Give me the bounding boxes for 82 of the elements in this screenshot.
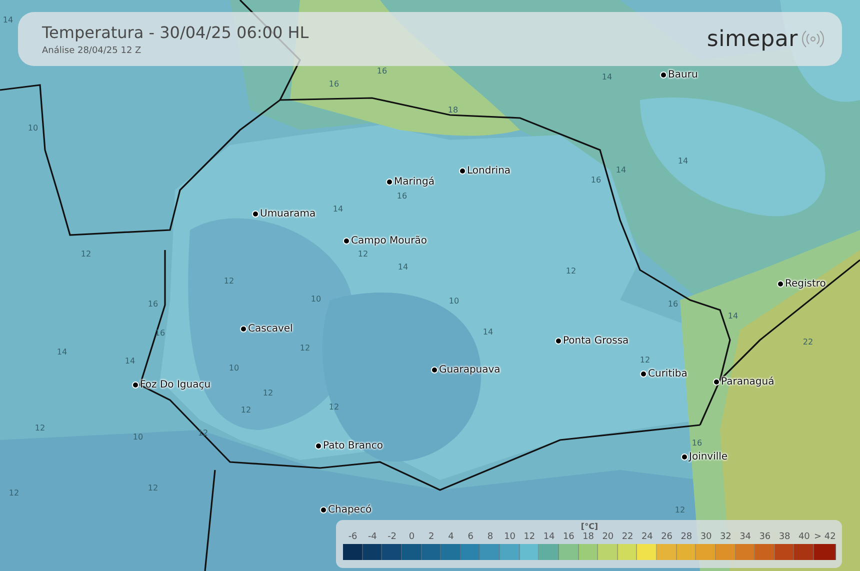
city-label: Curitiba <box>648 368 688 380</box>
legend-tick-label: 30 <box>700 531 712 544</box>
contour-label: 14 <box>616 166 626 174</box>
contour-label: 14 <box>602 72 612 82</box>
contour-label: 12 <box>34 424 46 432</box>
contour-label: 10 <box>310 294 322 304</box>
city-label: Ponta Grossa <box>563 336 629 346</box>
legend-tick-label: 2 <box>428 531 434 544</box>
contour-label: 12 <box>358 250 368 258</box>
contour-label: 10 <box>228 364 240 372</box>
contour-label: 10 <box>28 124 38 132</box>
legend-tick-label: 24 <box>641 531 653 544</box>
legend-tick-label: 10 <box>504 531 516 544</box>
legend-tick-label: > 42 <box>814 531 836 544</box>
contour-label: 14 <box>124 356 136 366</box>
contour-label: 16 <box>668 300 678 308</box>
legend-tick-label: 28 <box>680 531 692 544</box>
city-label: Paranaguá <box>721 376 774 388</box>
contour-label: 10 <box>448 296 460 306</box>
contour-label: 12 <box>328 402 340 412</box>
legend-tick-label: 36 <box>759 531 771 544</box>
legend-tick-label: -4 <box>368 531 377 544</box>
brand-logo-text: simepar <box>706 26 798 52</box>
contour-label: 14 <box>728 312 738 320</box>
legend-tick-label: 40 <box>798 531 810 544</box>
signal-waves-icon <box>802 29 824 49</box>
legend-tick-label: 32 <box>720 531 732 544</box>
contour-label: 22 <box>802 338 814 346</box>
contour-label: 12 <box>300 344 310 352</box>
contour-label: 10 <box>132 432 144 442</box>
legend-tick-label: 20 <box>602 531 614 544</box>
contour-label: 12 <box>262 388 274 398</box>
map-title: Temperatura - 30/04/25 06:00 HL <box>42 22 309 42</box>
legend-tick-label: 22 <box>622 531 634 544</box>
city-label: Guarapuava <box>439 364 500 376</box>
contour-label: 16 <box>328 80 340 88</box>
contour-label: 14 <box>332 204 344 214</box>
city-label: Campo Mourão <box>351 236 427 246</box>
legend-tick-label: 16 <box>562 531 574 544</box>
city-label: Londrina <box>467 166 511 176</box>
legend-tick-label: -2 <box>388 531 397 544</box>
contour-label: 16 <box>148 300 158 308</box>
contour-label: 12 <box>240 406 252 414</box>
city-label: Cascavel <box>248 324 293 334</box>
city-label: Umuarama <box>260 208 316 220</box>
contour-label: 16 <box>396 192 408 200</box>
legend-tick-label: 4 <box>448 531 454 544</box>
legend-tick-label: 0 <box>408 531 415 544</box>
city-label: Maringá <box>394 176 434 188</box>
city-marker-icon <box>681 454 688 460</box>
contour-label: 14 <box>678 156 688 166</box>
contour-label: 14 <box>398 262 408 272</box>
city-label: Chapecó <box>328 504 372 516</box>
legend-tick-label: 6 <box>468 531 474 544</box>
legend-tick-label: -6 <box>348 531 358 544</box>
legend-unit: [°C] <box>580 522 598 531</box>
analysis-subtitle: Análise 28/04/25 12 Z <box>42 46 142 56</box>
contour-label: 14 <box>56 348 68 356</box>
legend-tick-label: 14 <box>543 531 555 544</box>
legend-tick-label: 34 <box>740 531 752 544</box>
contour-label: 12 <box>640 356 650 364</box>
contour-label: 16 <box>692 438 702 448</box>
city-label: Bauru <box>668 70 698 80</box>
city-label: Joinville <box>689 452 728 462</box>
contour-label: 12 <box>674 506 686 514</box>
contour-label: 16 <box>376 66 388 76</box>
legend-tick-label: 8 <box>487 531 494 544</box>
contour-label: 14 <box>482 328 494 336</box>
contour-label: 12 <box>148 484 158 492</box>
contour-label: 18 <box>448 106 458 114</box>
legend-tick-label: 38 <box>778 531 790 544</box>
city-label: Registro <box>785 278 826 290</box>
legend-tick-label: 26 <box>661 531 673 544</box>
contour-label: 16 <box>590 176 602 184</box>
contour-label: 14 <box>2 16 14 24</box>
contour-label: 12 <box>566 266 576 276</box>
contour-label: 12 <box>80 250 92 258</box>
contour-label: 12 <box>8 488 20 498</box>
legend-tick-label: 12 <box>524 531 536 544</box>
contour-label: 12 <box>224 276 234 286</box>
legend-tick-label: 18 <box>582 531 594 544</box>
city-label: Pato Branco <box>323 440 383 452</box>
